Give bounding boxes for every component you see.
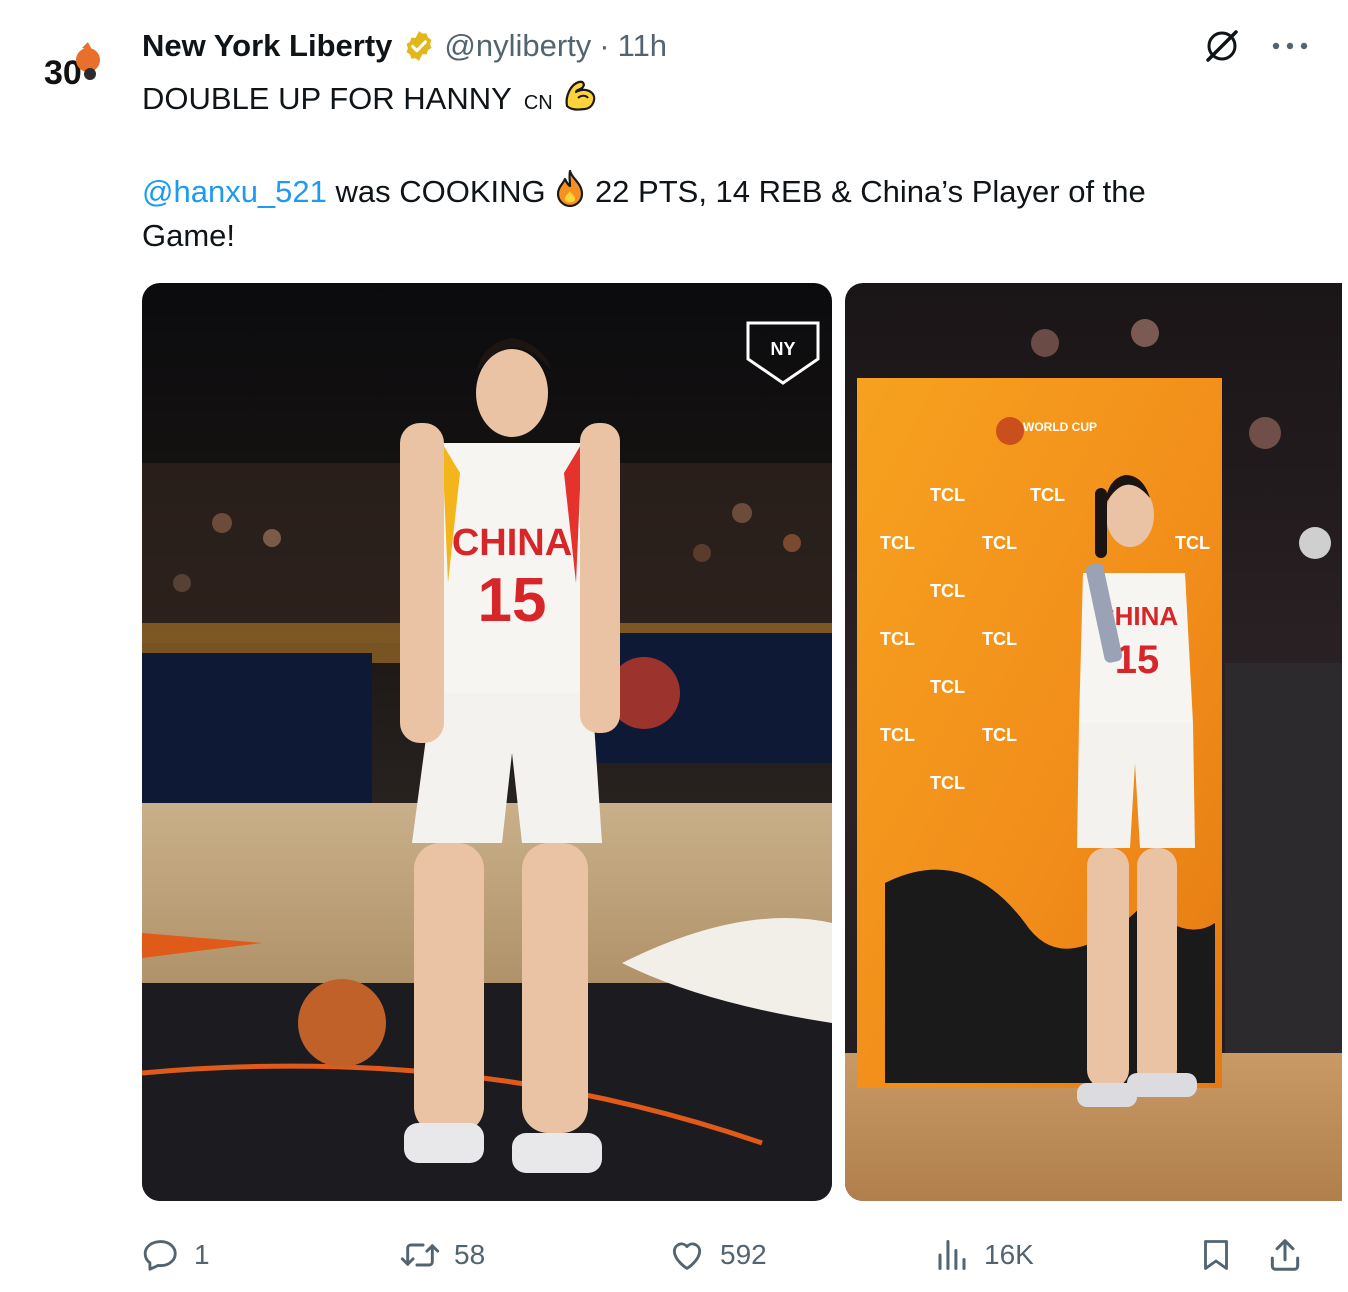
tweet-photo-2[interactable]: WORLD CUP TCL TCL TCL TCL TCL TCL TCL TC… [845,283,1342,1201]
bookmark-button[interactable] [1198,1230,1234,1280]
views-button[interactable]: 16K [934,1230,1034,1280]
tweet-text-stats: 22 PTS, 14 REB & China’s Player of the [594,174,1146,209]
tweet-actions: 1 58 592 16K [142,1230,1312,1280]
photo2-sponsor-3: TCL [880,533,915,553]
photo2-sponsor-2: TCL [1030,485,1065,505]
reply-count: 1 [194,1239,210,1270]
photo2-sponsor-9: TCL [880,725,915,745]
photo2-sponsor-11: TCL [930,773,965,793]
photo2-jersey-number: 15 [1115,638,1160,682]
tweet-line-2: @hanxu_521 was COOKING 22 PTS, 14 REB & … [142,169,1242,214]
photo2-sponsor-7: TCL [982,629,1017,649]
like-icon [672,1242,702,1270]
reply-icon [143,1240,177,1271]
photo2-sponsor-6: TCL [880,629,915,649]
flag-cn: CN [523,92,553,114]
views-count: 16K [984,1239,1034,1270]
like-count: 592 [720,1239,767,1270]
photo2-sponsor-4: TCL [982,533,1017,553]
tweet-top-actions [1202,26,1308,66]
photo-award: WORLD CUP TCL TCL TCL TCL TCL TCL TCL TC… [845,283,1342,1201]
photo2-backdrop-title: WORLD CUP [1023,420,1097,434]
flexed-bicep-icon [565,80,596,111]
separator-dot: · [599,28,610,63]
tweet-text-cooking: was COOKING [335,174,546,209]
tweet-line-break [142,125,1242,169]
photo-celebration: CHINA 15 NY [142,283,832,1201]
photo2-sponsor-1: TCL [930,485,965,505]
more-icon[interactable] [1272,40,1308,52]
tweet-header: New York Liberty @nyliberty · 11h [142,26,667,66]
repost-button[interactable]: 58 [400,1230,485,1280]
liberty-30-logo: 30 [39,35,113,109]
tweet-line-3: Game! [142,218,236,253]
photo2-sponsor-10: TCL [982,725,1017,745]
tweet-text: DOUBLE UP FOR HANNY CN @hanxu_521 was CO… [142,76,1242,258]
repost-count: 58 [454,1239,486,1270]
photo1-watermark-text: NY [770,339,795,359]
share-button[interactable] [1266,1230,1304,1280]
photo2-sponsor-8: TCL [930,677,965,697]
avatar[interactable]: 30 [38,34,114,110]
photo1-jersey-team: CHINA [452,522,572,564]
fire-icon [557,169,584,207]
tweet-photo-1[interactable]: CHINA 15 NY [142,283,832,1201]
tweet-headline: DOUBLE UP FOR HANNY [142,81,512,116]
share-icon [1270,1239,1300,1271]
grok-icon[interactable] [1202,26,1242,66]
display-name[interactable]: New York Liberty [142,28,392,64]
like-button[interactable]: 592 [668,1230,767,1280]
photo1-jersey-number: 15 [478,566,547,635]
timestamp[interactable]: 11h [618,28,667,64]
handle[interactable]: @nyliberty [444,28,591,64]
photo2-sponsor-12: TCL [1175,533,1210,553]
mention-link[interactable]: @hanxu_521 [142,174,327,209]
photo2-sponsor-5: TCL [930,581,965,601]
repost-icon [400,1243,440,1267]
verified-icon [406,31,432,61]
views-icon [938,1240,966,1270]
tweet-line-1: DOUBLE UP FOR HANNY CN [142,76,1242,125]
reply-button[interactable]: 1 [142,1230,210,1280]
bookmark-icon [1204,1240,1228,1270]
